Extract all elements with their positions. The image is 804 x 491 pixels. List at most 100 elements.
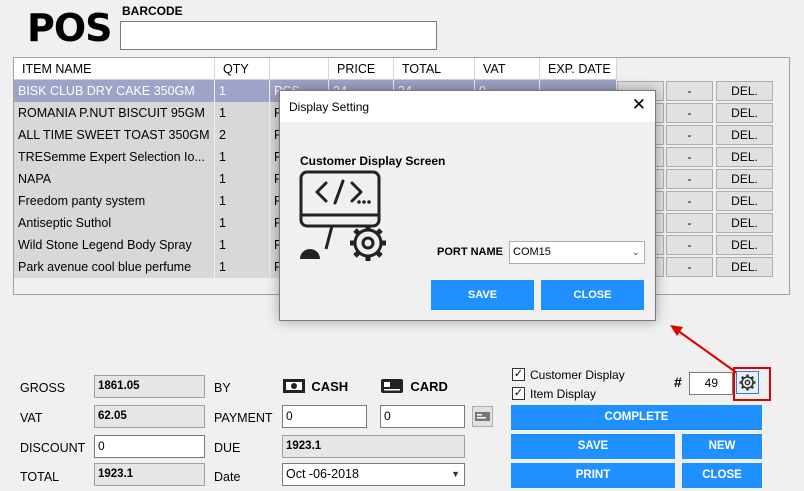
gross-field: 1861.05 xyxy=(94,375,205,398)
col-exp-date: EXP. DATE xyxy=(540,58,617,80)
decrease-qty-button[interactable]: - xyxy=(666,81,713,101)
discount-field[interactable]: 0 xyxy=(94,435,205,458)
vat-label: VAT xyxy=(20,411,43,425)
customer-display-heading: Customer Display Screen xyxy=(300,154,446,168)
item-display-label: Item Display xyxy=(530,387,597,401)
delete-row-button[interactable]: DEL. xyxy=(716,81,773,101)
card-option[interactable]: CARD xyxy=(381,378,448,394)
gear-icon xyxy=(739,374,756,391)
hash-label: # xyxy=(674,374,682,390)
by-label: BY xyxy=(214,381,231,395)
customer-display-label: Customer Display xyxy=(530,368,625,382)
card-label: CARD xyxy=(410,378,448,394)
cell-name: NAPA xyxy=(14,168,215,190)
cell-name: Wild Stone Legend Body Spray xyxy=(14,234,215,256)
dialog-save-button[interactable]: SAVE xyxy=(431,280,534,310)
col-unit xyxy=(270,58,329,80)
payment-label: PAYMENT xyxy=(214,411,273,425)
dialog-close-icon[interactable]: ✕ xyxy=(632,96,646,114)
app-logo: POS xyxy=(27,6,113,50)
delete-row-button[interactable]: DEL. xyxy=(716,235,773,255)
decrease-qty-button[interactable]: - xyxy=(666,169,713,189)
cash-icon xyxy=(283,379,305,393)
delete-row-button[interactable]: DEL. xyxy=(716,213,773,233)
port-name-select[interactable]: COM15 ⌄ xyxy=(509,241,645,264)
chevron-down-icon: ⌄ xyxy=(631,247,640,258)
display-settings-button[interactable] xyxy=(736,371,759,394)
card-reader-button[interactable] xyxy=(472,406,493,427)
date-picker[interactable]: Oct -06-2018 ▼ xyxy=(282,463,465,486)
col-price: PRICE xyxy=(329,58,394,80)
card-icon xyxy=(381,379,403,393)
card-payment-field[interactable]: 0 xyxy=(380,405,465,428)
cell-qty: 1 xyxy=(215,102,270,124)
decrease-qty-button[interactable]: - xyxy=(666,125,713,145)
cell-qty: 1 xyxy=(215,212,270,234)
check-icon: ✓ xyxy=(513,368,524,380)
col-item-name: ITEM NAME xyxy=(14,58,215,80)
cell-qty: 1 xyxy=(215,168,270,190)
dialog-title: Display Setting xyxy=(289,100,370,114)
gross-label: GROSS xyxy=(20,381,66,395)
delete-row-button[interactable]: DEL. xyxy=(716,125,773,145)
cell-qty: 1 xyxy=(215,146,270,168)
delete-row-button[interactable]: DEL. xyxy=(716,103,773,123)
decrease-qty-button[interactable]: - xyxy=(666,235,713,255)
vat-field: 62.05 xyxy=(94,405,205,428)
grid-header: ITEM NAME QTY PRICE TOTAL VAT EXP. DATE xyxy=(14,58,617,80)
decrease-qty-button[interactable]: - xyxy=(666,213,713,233)
delete-row-button[interactable]: DEL. xyxy=(716,169,773,189)
customer-display-checkbox[interactable]: ✓ xyxy=(512,368,525,381)
save-button[interactable]: SAVE xyxy=(511,434,675,459)
cash-label: CASH xyxy=(311,378,349,394)
monitor-code-gear-icon xyxy=(299,170,386,261)
item-display-checkbox[interactable]: ✓ xyxy=(512,387,525,400)
cell-name: ROMANIA P.NUT BISCUIT 95GM xyxy=(14,102,215,124)
cash-payment-field[interactable]: 0 xyxy=(282,405,367,428)
new-button[interactable]: NEW xyxy=(682,434,762,459)
total-field: 1923.1 xyxy=(94,463,205,486)
cash-option[interactable]: CASH xyxy=(283,378,348,394)
cell-qty: 1 xyxy=(215,256,270,278)
dialog-close-button[interactable]: CLOSE xyxy=(541,280,644,310)
delete-row-button[interactable]: DEL. xyxy=(716,257,773,277)
port-name-label: PORT NAME xyxy=(437,246,503,258)
date-label: Date xyxy=(214,470,241,484)
invoice-number-field: 49 xyxy=(689,372,733,395)
cell-name: Antiseptic Suthol xyxy=(14,212,215,234)
check-icon: ✓ xyxy=(513,387,524,399)
cell-qty: 1 xyxy=(215,190,270,212)
date-value: Oct -06-2018 xyxy=(286,467,359,481)
cell-name: Freedom panty system xyxy=(14,190,215,212)
delete-row-button[interactable]: DEL. xyxy=(716,191,773,211)
cell-qty: 1 xyxy=(215,234,270,256)
barcode-label: BARCODE xyxy=(122,4,183,18)
print-button[interactable]: PRINT xyxy=(511,463,675,488)
col-qty: QTY xyxy=(215,58,270,80)
delete-row-button[interactable]: DEL. xyxy=(716,147,773,167)
cell-qty: 1 xyxy=(215,80,270,102)
cell-name: Park avenue cool blue perfume xyxy=(14,256,215,278)
cell-name: TRESemme Expert Selection Io... xyxy=(14,146,215,168)
calendar-dropdown-icon: ▼ xyxy=(451,469,460,479)
cell-qty: 2 xyxy=(215,124,270,146)
cell-name: ALL TIME SWEET TOAST 350GM xyxy=(14,124,215,146)
display-setting-dialog: Display Setting ✕ Customer Display Scree… xyxy=(279,90,656,321)
dialog-titlebar: Display Setting ✕ xyxy=(280,91,655,122)
discount-label: DISCOUNT xyxy=(20,441,86,455)
cell-name: BISK CLUB DRY CAKE 350GM xyxy=(14,80,215,102)
decrease-qty-button[interactable]: - xyxy=(666,147,713,167)
due-field: 1923.1 xyxy=(282,435,465,458)
card-reader-icon xyxy=(475,412,490,421)
complete-button[interactable]: COMPLETE xyxy=(511,405,762,430)
due-label: DUE xyxy=(214,441,241,455)
decrease-qty-button[interactable]: - xyxy=(666,191,713,211)
col-total: TOTAL xyxy=(394,58,475,80)
barcode-input[interactable] xyxy=(120,21,437,50)
port-name-value: COM15 xyxy=(513,246,551,258)
total-label: TOTAL xyxy=(20,470,60,484)
close-button[interactable]: CLOSE xyxy=(682,463,762,488)
col-vat: VAT xyxy=(475,58,540,80)
decrease-qty-button[interactable]: - xyxy=(666,257,713,277)
decrease-qty-button[interactable]: - xyxy=(666,103,713,123)
